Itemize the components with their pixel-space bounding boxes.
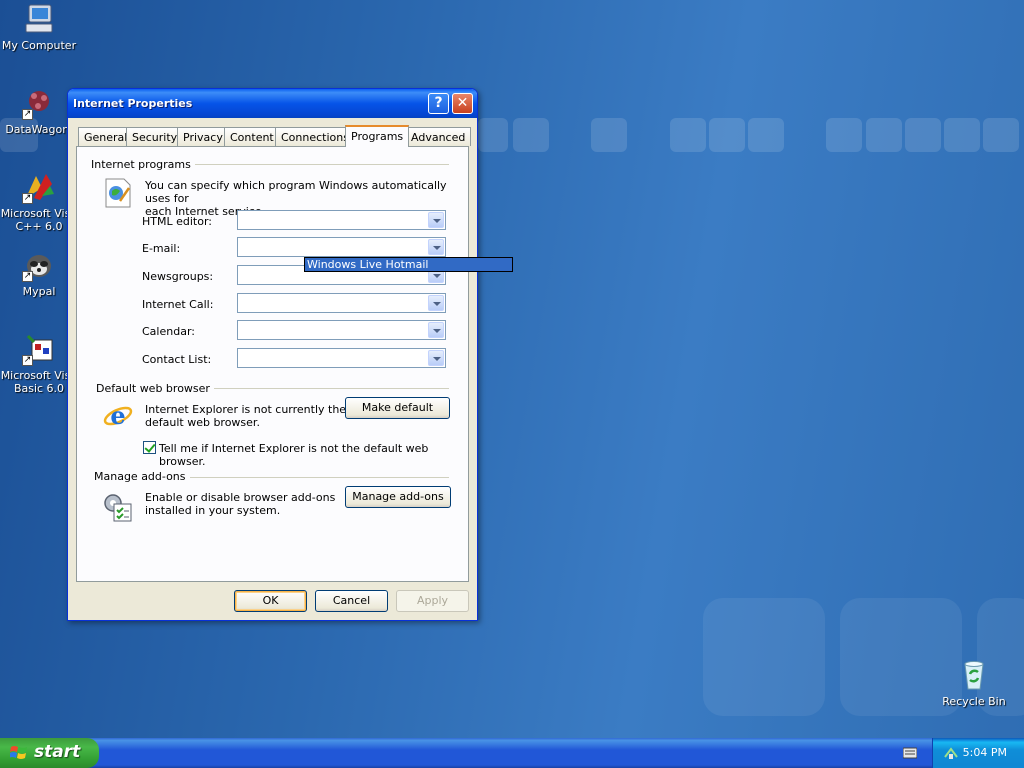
desktop-icon-recycle-bin[interactable]: Recycle Bin (935, 658, 1013, 708)
recycle-bin-icon (957, 658, 991, 692)
tab-programs[interactable]: Programs (345, 125, 410, 147)
manage-addons-heading: Manage add-ons (94, 470, 190, 483)
tab-privacy[interactable]: Privacy (177, 127, 229, 146)
close-button[interactable]: ✕ (452, 93, 473, 114)
system-tray: 5:04 PM (932, 738, 1024, 768)
tab-security[interactable]: Security (126, 127, 184, 146)
internet-programs-heading: Internet programs (91, 158, 195, 171)
programs-panel: Internet programs You can specify which … (76, 146, 469, 582)
apply-button[interactable]: Apply (396, 590, 469, 612)
addons-description: Enable or disable browser add-ons instal… (145, 491, 335, 517)
help-icon: ? (434, 95, 443, 111)
html-editor-select[interactable] (237, 210, 446, 230)
tab-content[interactable]: Content (224, 127, 280, 146)
desktop-icon-label: My Computer (1, 39, 77, 52)
dialog-titlebar[interactable]: Internet Properties ? ✕ (68, 89, 477, 118)
windows-flag-icon (10, 746, 27, 759)
programs-document-icon (105, 178, 131, 208)
ok-button[interactable]: OK (234, 590, 307, 612)
calendar-select[interactable] (237, 320, 446, 340)
visual-basic-icon: ↗ (22, 332, 56, 366)
newsgroups-label: Newsgroups: (142, 270, 214, 283)
internet-properties-dialog: Internet Properties ? ✕ General Security… (67, 88, 513, 621)
internet-call-select[interactable] (237, 293, 446, 313)
addons-gear-icon (104, 494, 132, 522)
start-button[interactable]: start (0, 738, 99, 768)
shortcut-arrow-icon: ↗ (22, 355, 33, 366)
desc-line-1: You can specify which program Windows au… (145, 179, 447, 205)
group-divider (179, 477, 449, 478)
datawagon-icon: ↗ (22, 86, 56, 120)
desc-line-1: Internet Explorer is not currently the (145, 403, 347, 416)
svg-text:e: e (110, 401, 125, 430)
internet-call-label: Internet Call: (142, 298, 214, 311)
default-browser-heading: Default web browser (96, 382, 214, 395)
chevron-down-icon[interactable] (428, 350, 444, 366)
visual-cpp-icon: ↗ (22, 170, 56, 204)
tab-connections[interactable]: Connections (275, 127, 355, 146)
chevron-down-icon[interactable] (428, 239, 444, 255)
start-label: start (34, 742, 81, 762)
internet-explorer-icon: e (103, 401, 133, 430)
desktop-icon-my-computer[interactable]: My Computer (0, 2, 78, 52)
chevron-down-icon[interactable] (428, 212, 444, 228)
taskbar: start 5:04 PM (0, 738, 1024, 768)
desc-line-1: Enable or disable browser add-ons (145, 491, 336, 504)
html-editor-label: HTML editor: (142, 215, 212, 228)
default-browser-checkbox[interactable] (143, 441, 156, 454)
contact-list-label: Contact List: (142, 353, 212, 366)
default-browser-check-label[interactable]: Tell me if Internet Explorer is not the … (159, 442, 468, 468)
computer-icon (22, 2, 56, 36)
default-browser-description: Internet Explorer is not currently the d… (145, 403, 346, 429)
group-divider (201, 388, 449, 389)
desc-line-2: installed in your system. (145, 504, 281, 517)
contact-list-select[interactable] (237, 348, 446, 368)
email-dropdown-option[interactable]: Windows Live Hotmail (305, 258, 512, 271)
shortcut-arrow-icon: ↗ (22, 271, 33, 282)
chevron-down-icon[interactable] (428, 322, 444, 338)
close-icon: ✕ (456, 95, 469, 111)
desc-line-2: default web browser. (145, 416, 260, 429)
calendar-label: Calendar: (142, 325, 195, 338)
mypal-icon: ↗ (22, 248, 56, 282)
clock[interactable]: 5:04 PM (963, 746, 1007, 759)
email-label: E-mail: (142, 242, 181, 255)
tab-advanced[interactable]: Advanced (405, 127, 472, 146)
desktop-icon-label: Recycle Bin (942, 695, 1006, 708)
group-divider (181, 164, 449, 165)
help-button[interactable]: ? (428, 93, 449, 114)
manage-addons-button[interactable]: Manage add-ons (345, 486, 451, 508)
email-dropdown-list: Windows Live Hotmail (304, 257, 513, 272)
keyboard-icon[interactable] (903, 747, 917, 759)
cancel-button[interactable]: Cancel (315, 590, 388, 612)
shortcut-arrow-icon: ↗ (22, 193, 33, 204)
network-icon[interactable] (943, 745, 959, 761)
dialog-title: Internet Properties (73, 97, 193, 110)
make-default-button[interactable]: Make default (345, 397, 450, 419)
chevron-down-icon[interactable] (428, 295, 444, 311)
email-select[interactable] (237, 237, 446, 257)
shortcut-arrow-icon: ↗ (22, 109, 33, 120)
